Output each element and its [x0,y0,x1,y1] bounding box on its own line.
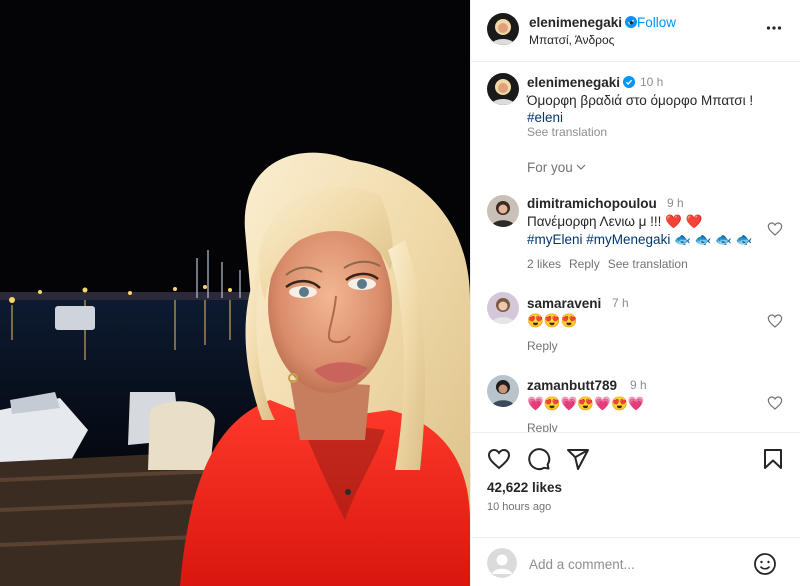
current-user-avatar [487,548,517,578]
author-username-text[interactable]: elenimenegaki [529,15,622,30]
caption-time: 10 h [640,75,664,89]
header-separator: • [629,15,634,30]
author-avatar[interactable] [487,13,519,45]
post-image [0,0,470,586]
caption-see-translation[interactable]: See translation [527,125,607,139]
emoji-icon[interactable] [753,552,777,576]
bookmark-icon[interactable] [761,447,785,471]
author-username[interactable]: elenimenegaki [529,15,638,30]
comment-text: 💗😍💗😍💗😍💗 [527,396,645,411]
comment-username[interactable]: zamanbutt789 [527,378,617,393]
comment-time: 7 h [612,296,629,310]
comment-reply-button[interactable]: Reply [527,339,558,353]
for-you-label: For you [527,160,573,175]
caption-text: Όμορφη βραδιά στο όμορφο Μπατσι ! [527,93,754,108]
comment-like-heart-icon[interactable] [767,313,783,329]
comment-hashtags[interactable]: #myEleni #myMenegaki 🐟 🐟 🐟 🐟 [527,232,753,248]
post-photo[interactable] [0,0,470,586]
commenter-avatar[interactable] [487,195,519,227]
comment-see-translation[interactable]: See translation [608,257,688,271]
chevron-down-icon [576,164,586,170]
instagram-post: elenimenegaki • Follow Μπατσί, Άνδρος el… [0,0,800,586]
caption-avatar[interactable] [487,73,519,105]
commenter-avatar[interactable] [487,375,519,407]
more-options-icon[interactable] [763,17,785,39]
post-actions: 42,622 likes 10 hours ago [471,432,800,586]
verified-badge-icon [623,76,636,88]
comment-meta: Reply [527,339,566,353]
for-you-dropdown[interactable]: For you [527,160,587,175]
comment-icon[interactable] [527,447,551,471]
comment-username[interactable]: samaraveni [527,296,601,311]
add-comment-bar [471,537,800,586]
heart-outline-icon[interactable] [487,447,511,471]
post-sidebar: elenimenegaki • Follow Μπατσί, Άνδρος el… [470,0,800,586]
comment-time: 9 h [630,378,647,392]
caption-username-text[interactable]: elenimenegaki [527,75,620,90]
commenter-avatar[interactable] [487,292,519,324]
caption-hashtag[interactable]: #eleni [527,110,563,125]
comment-time: 9 h [667,196,684,210]
comment-like-heart-icon[interactable] [767,221,783,237]
comment-text: 😍😍😍 [527,313,578,328]
comment-meta: 2 likes Reply See translation [527,257,696,271]
comment-text: Πανέμορφη Λενιω μ !!! ❤️ ❤️ [527,214,703,229]
comment-username[interactable]: dimitramichopoulou [527,196,657,211]
location-link[interactable]: Μπατσί, Άνδρος [529,33,614,47]
follow-button[interactable]: Follow [637,15,676,30]
share-icon[interactable] [566,447,590,471]
comment-likes[interactable]: 2 likes [527,257,561,271]
post-header: elenimenegaki • Follow Μπατσί, Άνδρος [471,0,800,62]
comment-reply-button[interactable]: Reply [569,257,600,271]
caption-username[interactable]: elenimenegaki [527,75,636,90]
comment-like-heart-icon[interactable] [767,395,783,411]
add-comment-input[interactable] [529,554,749,574]
likes-count[interactable]: 42,622 likes [487,480,562,495]
posted-time: 10 hours ago [487,501,552,513]
